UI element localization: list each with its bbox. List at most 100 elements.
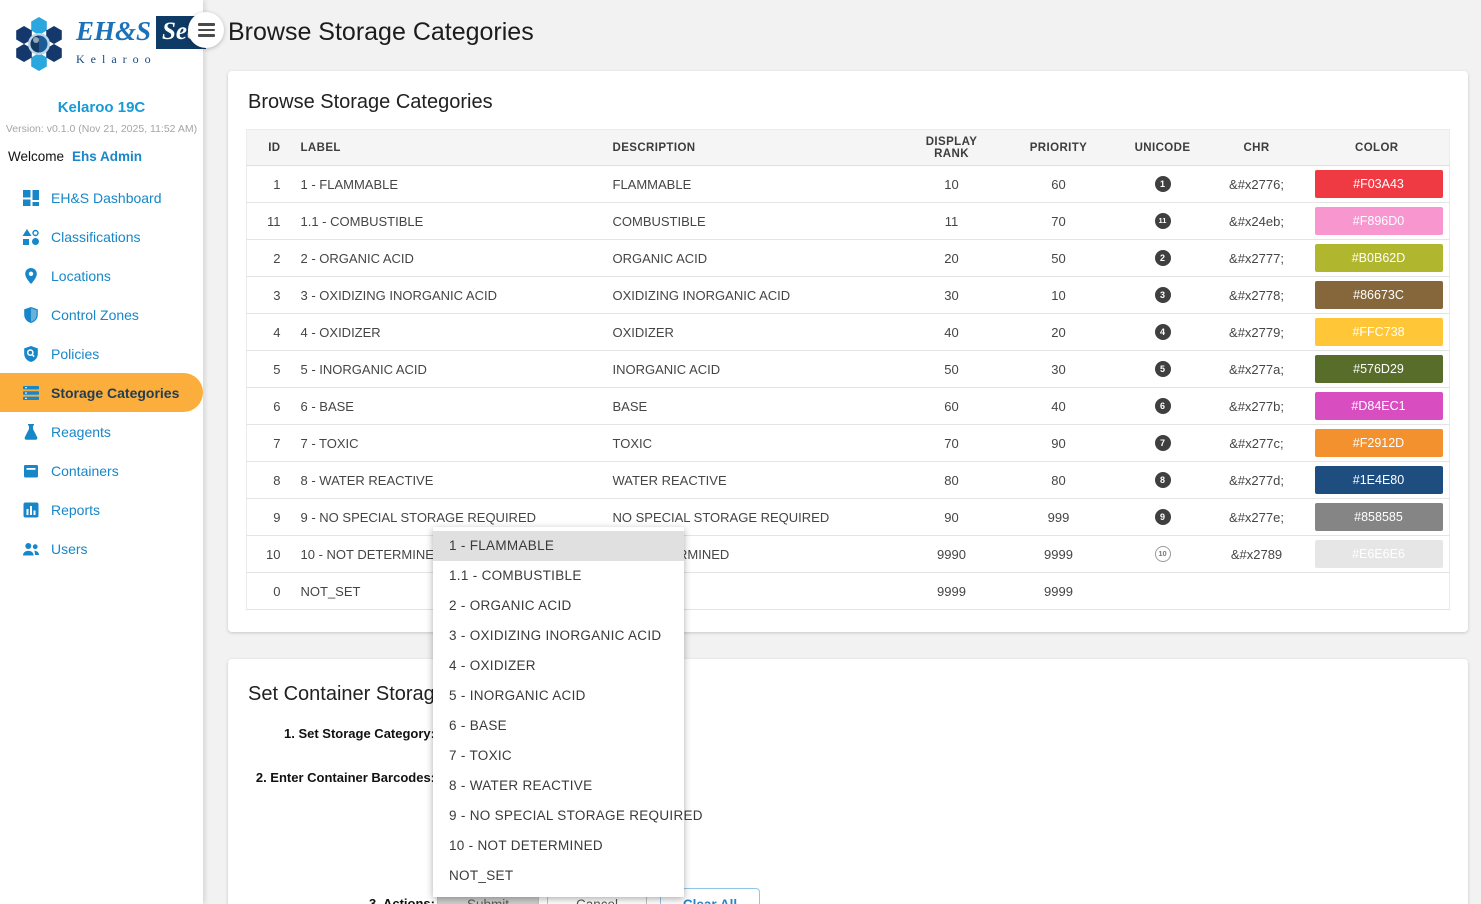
dropdown-option[interactable]: 1 - FLAMMABLE [433,531,684,561]
cell-unicode: 11 [1117,203,1209,240]
sidebar-item-containers[interactable]: Containers [0,451,203,490]
sidebar-item-label: EH&S Dashboard [51,190,162,206]
cell-id: 11 [247,203,291,240]
hexagon-logo-icon [8,10,70,74]
color-chip: #FFC738 [1315,318,1443,346]
table-row[interactable]: 0 NOT_SET 9999 9999 [247,573,1450,610]
dropdown-option[interactable]: 2 - ORGANIC ACID [433,591,684,621]
cell-chr: &#x24eb; [1209,203,1305,240]
dropdown-option[interactable]: 3 - OXIDIZING INORGANIC ACID [433,621,684,651]
dropdown-option[interactable]: NOT_SET [433,861,684,891]
cell-id: 1 [247,166,291,203]
table-row[interactable]: 4 4 - OXIDIZER OXIDIZER 40 20 4 &#x2779;… [247,314,1450,351]
color-chip: #D84EC1 [1315,392,1443,420]
cell-display-rank: 70 [903,425,1001,462]
table-row[interactable]: 5 5 - INORGANIC ACID INORGANIC ACID 50 3… [247,351,1450,388]
dropdown-option[interactable]: 5 - INORGANIC ACID [433,681,684,711]
cell-unicode: 7 [1117,425,1209,462]
cell-label: 7 - TOXIC [291,425,603,462]
sidebar-item-storage-categories[interactable]: Storage Categories [0,373,203,412]
table-row[interactable]: 10 10 - NOT DETERMINED NOT DETERMINED 99… [247,536,1450,573]
cell-id: 2 [247,240,291,277]
sidebar-item-locations[interactable]: Locations [0,256,203,295]
classifications-icon [22,228,40,246]
sidebar-item-label: Policies [51,346,99,362]
app-title: Kelaroo 19C [0,99,203,116]
sidebar-item-control-zones[interactable]: Control Zones [0,295,203,334]
table-row[interactable]: 1 1 - FLAMMABLE FLAMMABLE 10 60 1 &#x277… [247,166,1450,203]
dropdown-option[interactable]: 8 - WATER REACTIVE [433,771,684,801]
unicode-glyph: 11 [1155,213,1171,229]
cell-chr: &#x2789 [1209,536,1305,573]
hamburger-menu-icon[interactable] [188,12,224,48]
cell-priority: 999 [1001,499,1117,536]
cell-id: 6 [247,388,291,425]
cell-id: 4 [247,314,291,351]
table-row[interactable]: 3 3 - OXIDIZING INORGANIC ACID OXIDIZING… [247,277,1450,314]
sidebar-nav: EH&S Dashboard Classifications Locations… [0,178,203,568]
dropdown-option[interactable]: 10 - NOT DETERMINED [433,831,684,861]
cell-description: FLAMMABLE [603,166,903,203]
cell-display-rank: 60 [903,388,1001,425]
dropdown-option[interactable]: 1.1 - COMBUSTIBLE [433,561,684,591]
brand-primary: EH&S [76,16,156,49]
table-row[interactable]: 8 8 - WATER REACTIVE WATER REACTIVE 80 8… [247,462,1450,499]
unicode-glyph: 4 [1155,324,1171,340]
cell-priority: 60 [1001,166,1117,203]
cell-unicode: 10 [1117,536,1209,573]
cell-unicode: 5 [1117,351,1209,388]
column-header-id: ID [247,130,291,166]
cell-description: TOXIC [603,425,903,462]
cell-color: #FFC738 [1305,314,1450,351]
cell-display-rank: 10 [903,166,1001,203]
table-row[interactable]: 7 7 - TOXIC TOXIC 70 90 7 &#x277c; #F291… [247,425,1450,462]
sidebar-item-policies[interactable]: Policies [0,334,203,373]
cell-chr: &#x2776; [1209,166,1305,203]
unicode-glyph: 10 [1155,546,1171,562]
flask-icon [22,423,40,441]
sidebar-item-label: Containers [51,463,119,479]
color-chip: #B0B62D [1315,244,1443,272]
table-row[interactable]: 9 9 - NO SPECIAL STORAGE REQUIRED NO SPE… [247,499,1450,536]
cell-unicode: 6 [1117,388,1209,425]
cell-priority: 9999 [1001,536,1117,573]
user-link[interactable]: Ehs Admin [72,149,142,164]
sidebar-item-users[interactable]: Users [0,529,203,568]
color-chip: #86673C [1315,281,1443,309]
cell-color: #F03A43 [1305,166,1450,203]
table-row[interactable]: 2 2 - ORGANIC ACID ORGANIC ACID 20 50 2 … [247,240,1450,277]
cell-label: 5 - INORGANIC ACID [291,351,603,388]
welcome-label: Welcome [8,149,64,164]
sidebar-item-classifications[interactable]: Classifications [0,217,203,256]
color-chip: #E6E6E6 [1315,540,1443,568]
cell-description: COMBUSTIBLE [603,203,903,240]
dropdown-option[interactable]: 7 - TOXIC [433,741,684,771]
brand-sub: Kelaroo [76,52,206,67]
cell-display-rank: 90 [903,499,1001,536]
cell-id: 5 [247,351,291,388]
shield-icon [22,306,40,324]
cell-id: 8 [247,462,291,499]
sidebar-item-reagents[interactable]: Reagents [0,412,203,451]
cell-label: 1.1 - COMBUSTIBLE [291,203,603,240]
cell-priority: 9999 [1001,573,1117,610]
cell-chr: &#x277d; [1209,462,1305,499]
table-row[interactable]: 11 1.1 - COMBUSTIBLE COMBUSTIBLE 11 70 1… [247,203,1450,240]
users-icon [22,540,40,558]
box-icon [22,462,40,480]
unicode-glyph: 6 [1155,398,1171,414]
cell-chr: &#x2778; [1209,277,1305,314]
dropdown-option[interactable]: 9 - NO SPECIAL STORAGE REQUIRED [433,801,684,831]
table-row[interactable]: 6 6 - BASE BASE 60 40 6 &#x277b; #D84EC1 [247,388,1450,425]
cell-color: #F896D0 [1305,203,1450,240]
table-body: 1 1 - FLAMMABLE FLAMMABLE 10 60 1 &#x277… [247,166,1450,610]
sidebar-item-eh-s-dashboard[interactable]: EH&S Dashboard [0,178,203,217]
dropdown-option[interactable]: 6 - BASE [433,711,684,741]
cell-color: #B0B62D [1305,240,1450,277]
sidebar-item-reports[interactable]: Reports [0,490,203,529]
browse-storage-categories-card: Browse Storage Categories IDLABELDESCRIP… [228,71,1468,632]
column-header-label: LABEL [291,130,603,166]
shield-search-icon [22,345,40,363]
cell-label: 2 - ORGANIC ACID [291,240,603,277]
dropdown-option[interactable]: 4 - OXIDIZER [433,651,684,681]
